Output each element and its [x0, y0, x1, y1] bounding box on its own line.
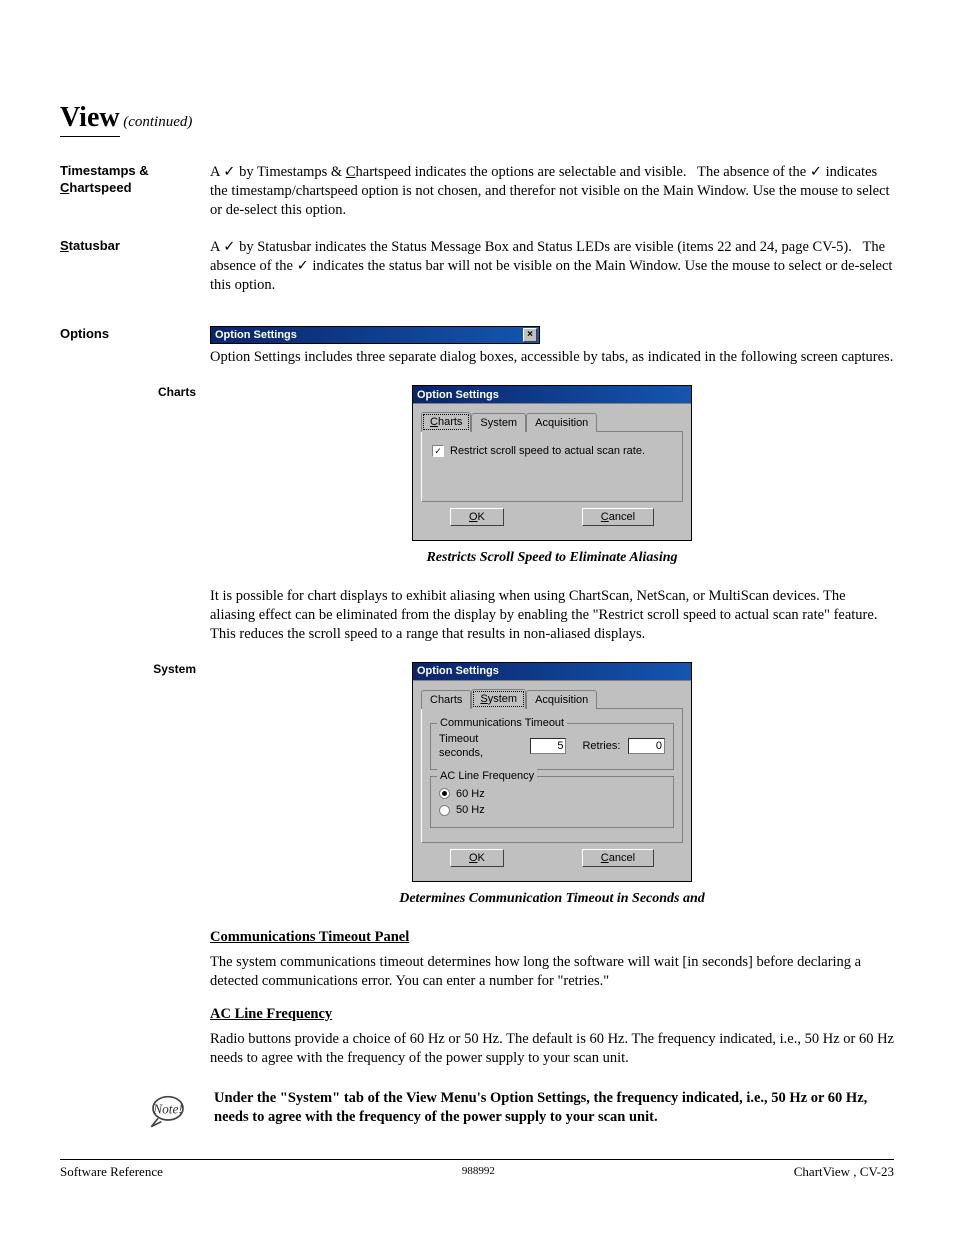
- dialog-system: Option Settings Charts System Acquisitio…: [412, 662, 692, 882]
- footer-right: ChartView , CV-23: [794, 1164, 894, 1181]
- timestamps-text: A ✓ by Timestamps & Chartspeed indicates…: [210, 163, 894, 220]
- side-label-options: Options: [60, 326, 210, 377]
- ok-button[interactable]: OK: [450, 508, 504, 526]
- retries-input[interactable]: 0: [628, 738, 665, 754]
- group-ac-line: AC Line Frequency 60 Hz 50 Hz: [430, 776, 674, 829]
- tab-system-2[interactable]: System: [471, 689, 526, 709]
- radio-50hz-label: 50 Hz: [456, 803, 485, 817]
- timeout-input[interactable]: 5: [530, 738, 567, 754]
- radio-60hz[interactable]: [439, 788, 450, 799]
- side-label-system: System: [135, 662, 210, 920]
- tab-charts[interactable]: Charts: [421, 412, 471, 432]
- titlebar-text: Option Settings: [215, 328, 297, 342]
- page-heading: View (continued): [60, 100, 894, 139]
- tab-acquisition[interactable]: Acquisition: [526, 413, 597, 432]
- note-icon: Note!: [140, 1089, 196, 1131]
- statusbar-text: A ✓ by Statusbar indicates the Status Me…: [210, 238, 894, 295]
- side-label-charts: Charts: [135, 385, 210, 579]
- radio-50hz[interactable]: [439, 805, 450, 816]
- page-title-text: View: [60, 102, 120, 133]
- note-text: Under the "System" tab of the View Menu'…: [214, 1089, 894, 1127]
- timeout-label: Timeout seconds,: [439, 732, 522, 761]
- para-comm-timeout: The system communications timeout determ…: [210, 953, 894, 991]
- para-ac-line: Radio buttons provide a choice of 60 Hz …: [210, 1030, 894, 1068]
- charts-caption: Restricts Scroll Speed to Eliminate Alia…: [210, 549, 894, 567]
- subhead-ac-line: AC Line Frequency: [210, 1005, 894, 1024]
- ok-button-2[interactable]: OK: [450, 849, 504, 867]
- option-settings-titlebar-strip: Option Settings ×: [210, 326, 540, 344]
- cancel-button[interactable]: Cancel: [582, 508, 654, 526]
- options-intro: Option Settings includes three separate …: [210, 348, 894, 367]
- tab-system[interactable]: System: [471, 413, 526, 432]
- dialog-charts: Option Settings Charts System Acquisitio…: [412, 385, 692, 541]
- system-caption: Determines Communication Timeout in Seco…: [210, 890, 894, 908]
- cancel-button-2[interactable]: Cancel: [582, 849, 654, 867]
- dialog-system-title: Option Settings: [417, 664, 499, 678]
- tab-row-system: Charts System Acquisition: [421, 689, 683, 709]
- page-footer: Software Reference 988992 ChartView , CV…: [60, 1159, 894, 1181]
- subhead-comm-timeout: Communications Timeout Panel: [210, 928, 894, 947]
- tab-acquisition-2[interactable]: Acquisition: [526, 690, 597, 709]
- footer-mid: 988992: [462, 1164, 495, 1181]
- close-icon[interactable]: ×: [523, 328, 537, 342]
- restrict-scroll-label: Restrict scroll speed to actual scan rat…: [450, 444, 645, 458]
- svg-text:Note!: Note!: [152, 1102, 183, 1117]
- group-comm-timeout: Communications Timeout Timeout seconds, …: [430, 723, 674, 770]
- group-comm-timeout-title: Communications Timeout: [437, 716, 567, 730]
- restrict-scroll-checkbox[interactable]: ✓: [432, 445, 444, 457]
- radio-60hz-label: 60 Hz: [456, 787, 485, 801]
- footer-left: Software Reference: [60, 1164, 163, 1181]
- side-label-statusbar: Statusbar: [60, 238, 210, 305]
- tab-row-charts: Charts System Acquisition: [421, 412, 683, 432]
- group-ac-line-title: AC Line Frequency: [437, 769, 537, 783]
- side-label-timestamps: Timestamps &Chartspeed: [60, 163, 210, 230]
- tab-charts-2[interactable]: Charts: [421, 690, 471, 709]
- charts-para: It is possible for chart displays to exh…: [210, 587, 894, 644]
- dialog-charts-title: Option Settings: [417, 388, 499, 402]
- page-title-continued: (continued): [123, 114, 192, 130]
- retries-label: Retries:: [582, 739, 620, 753]
